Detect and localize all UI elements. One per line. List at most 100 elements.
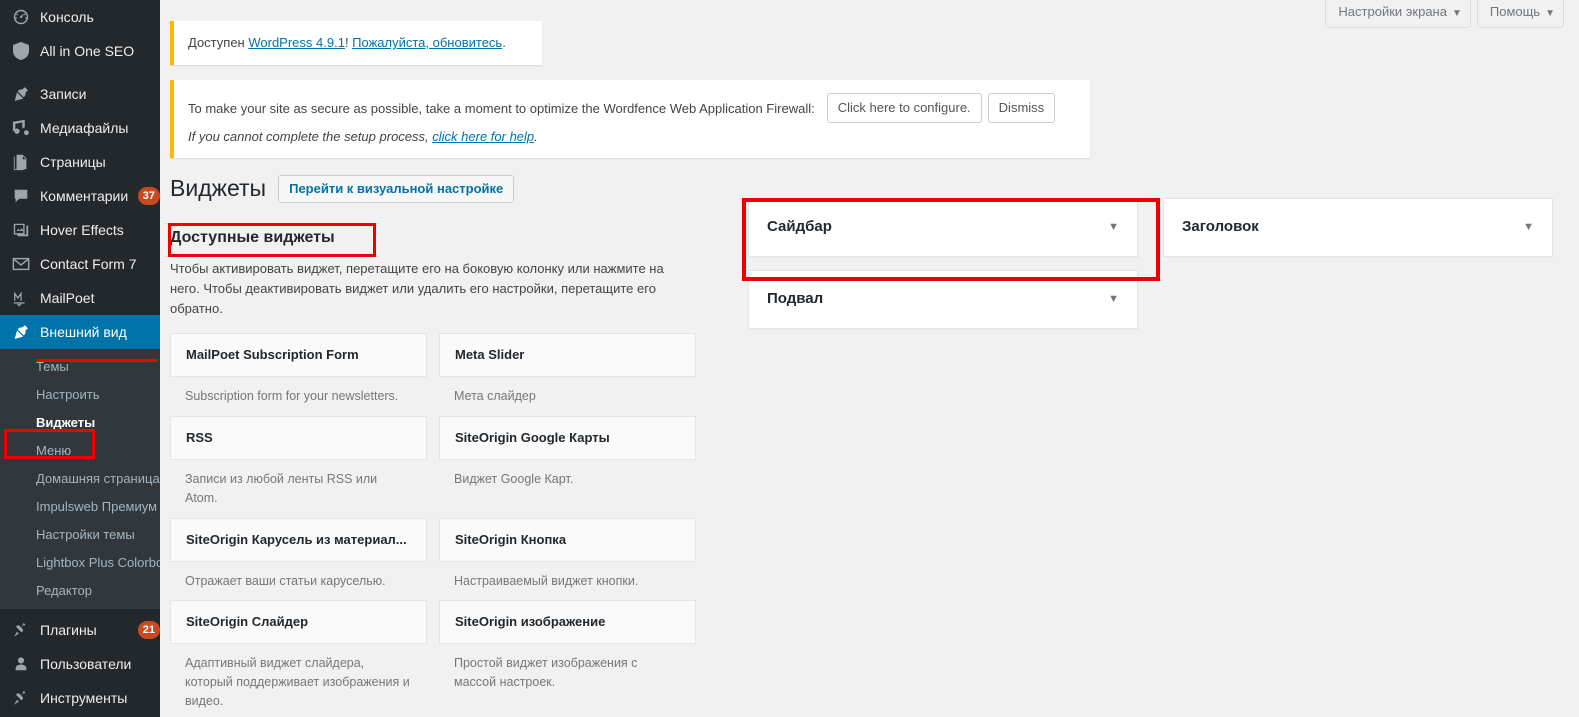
sidebar-item-appearance[interactable]: Внешний вид bbox=[0, 315, 160, 349]
sidebar-item-label: Страницы bbox=[40, 154, 106, 170]
wordfence-help-row: If you cannot complete the setup process… bbox=[188, 129, 1076, 144]
wordfence-notice: To make your site as secure as possible,… bbox=[170, 80, 1090, 158]
widget-card-header[interactable]: SiteOrigin Слайдер bbox=[170, 600, 427, 645]
chevron-down-icon[interactable]: ▼ bbox=[1108, 221, 1119, 233]
widget-title: SiteOrigin Кнопка bbox=[455, 531, 567, 547]
please-update-link[interactable]: Пожалуйста, обновитесь bbox=[352, 35, 502, 50]
update-text-after: . bbox=[502, 35, 506, 50]
gallery-icon bbox=[11, 220, 31, 240]
sidebar-item-label: Комментарии bbox=[40, 188, 129, 204]
sidebar-item-label: Hover Effects bbox=[40, 222, 124, 238]
sidebar-areas-column-one: Сайдбар ▼ Подвал ▼ bbox=[748, 198, 1138, 342]
widget-title: RSS bbox=[186, 430, 213, 446]
widget-card[interactable]: Meta Slider Мета слайдер bbox=[439, 333, 696, 416]
widget-title: SiteOrigin Карусель из материал... bbox=[186, 531, 407, 547]
media-icon bbox=[11, 118, 31, 138]
sidebar-areas-panel: Сайдбар ▼ Подвал ▼ Заголовок ▼ bbox=[748, 198, 1568, 342]
widget-card-header[interactable]: MailPoet Subscription Form bbox=[170, 333, 427, 378]
update-text-before: Доступен bbox=[188, 35, 249, 50]
submenu-item-homepage[interactable]: Домашняя страница bbox=[0, 465, 160, 493]
sidebar-item-label: Инструменты bbox=[40, 690, 128, 706]
widget-title: SiteOrigin Слайдер bbox=[186, 614, 309, 630]
sidebar-item-label: Медиафайлы bbox=[40, 120, 129, 136]
envelope-icon bbox=[11, 254, 31, 274]
chevron-down-icon[interactable]: ▼ bbox=[1523, 221, 1534, 233]
widget-description: Настраиваемый виджет кнопки. bbox=[454, 573, 639, 588]
sidebar-item-hover-effects[interactable]: Hover Effects bbox=[0, 213, 160, 247]
sidebar-item-label: Консоль bbox=[40, 9, 94, 25]
shield-icon bbox=[11, 41, 31, 61]
sidebar-area-footer[interactable]: Подвал ▼ bbox=[748, 270, 1138, 329]
sidebar-item-mailpoet[interactable]: MailPoet bbox=[0, 281, 160, 315]
sidebar-item-pages[interactable]: Страницы bbox=[0, 145, 160, 179]
sidebar-area-header[interactable]: Заголовок ▼ bbox=[1164, 199, 1552, 256]
widget-card-header[interactable]: Meta Slider bbox=[439, 333, 696, 378]
chevron-down-icon: ▼ bbox=[1545, 8, 1555, 19]
widget-card-header[interactable]: RSS bbox=[170, 416, 427, 461]
brush-icon bbox=[11, 322, 31, 342]
sidebar-item-posts[interactable]: Записи bbox=[0, 77, 160, 111]
sidebar-item-users[interactable]: Пользователи bbox=[0, 647, 160, 681]
sidebar-item-plugins[interactable]: Плагины 21 bbox=[0, 613, 160, 647]
sidebar-item-dashboard[interactable]: Консоль bbox=[0, 0, 160, 34]
sidebar-area-header[interactable]: Подвал ▼ bbox=[749, 271, 1137, 328]
sidebar-item-label: Записи bbox=[40, 86, 87, 102]
widget-description: Мета слайдер bbox=[454, 389, 536, 404]
widget-card-header[interactable]: SiteOrigin Google Карты bbox=[439, 416, 696, 461]
submenu-item-widgets[interactable]: Виджеты bbox=[0, 409, 160, 437]
dismiss-button[interactable]: Dismiss bbox=[987, 93, 1056, 123]
configure-button[interactable]: Click here to configure. bbox=[826, 93, 982, 123]
widget-card[interactable]: SiteOrigin Слайдер Адаптивный виджет сла… bbox=[170, 600, 427, 717]
widget-card[interactable]: RSS Записи из любой ленты RSS или Atom. bbox=[170, 416, 427, 518]
sidebar-item-tools[interactable]: Инструменты bbox=[0, 681, 160, 715]
available-widgets-description: Чтобы активировать виджет, перетащите ег… bbox=[170, 261, 664, 317]
sidebar-area-header-region[interactable]: Заголовок ▼ bbox=[1163, 198, 1553, 257]
widget-card[interactable]: MailPoet Subscription Form Subscription … bbox=[170, 333, 427, 416]
submenu-item-impulsweb-premium[interactable]: Impulsweb Премиум bbox=[0, 493, 160, 521]
widget-card-header[interactable]: SiteOrigin Кнопка bbox=[439, 517, 696, 562]
widget-card[interactable]: SiteOrigin Кнопка Настраиваемый виджет к… bbox=[439, 517, 696, 601]
sidebar-item-comments[interactable]: Комментарии 37 bbox=[0, 179, 160, 213]
wordfence-help-text-after: . bbox=[534, 129, 538, 144]
customize-widgets-button[interactable]: Перейти к визуальной настройке bbox=[278, 174, 515, 203]
screen-options-button[interactable]: Настройки экрана ▼ bbox=[1325, 0, 1471, 28]
submenu-item-customize[interactable]: Настроить bbox=[0, 381, 160, 409]
menu-separator bbox=[0, 68, 160, 77]
submenu-item-menus[interactable]: Меню bbox=[0, 437, 160, 465]
plugins-count-badge: 21 bbox=[137, 621, 160, 639]
widget-title: SiteOrigin Google Карты bbox=[455, 430, 610, 446]
wordfence-message: To make your site as secure as possible,… bbox=[188, 100, 815, 116]
widget-card[interactable]: SiteOrigin Карусель из материал... Отраж… bbox=[170, 517, 427, 601]
wordpress-version-link[interactable]: WordPress 4.9.1 bbox=[248, 35, 345, 50]
sidebar-area-sidebar[interactable]: Сайдбар ▼ bbox=[748, 198, 1138, 257]
mailpoet-m-icon bbox=[11, 288, 31, 308]
sidebar-item-all-in-one-seo[interactable]: All in One SEO bbox=[0, 34, 160, 68]
sidebar-area-header[interactable]: Сайдбар ▼ bbox=[749, 199, 1137, 256]
user-icon bbox=[11, 654, 31, 674]
wordfence-notice-row: To make your site as secure as possible,… bbox=[188, 93, 1076, 123]
widget-card-header[interactable]: SiteOrigin Карусель из материал... bbox=[170, 517, 427, 562]
tools-icon bbox=[11, 688, 31, 708]
help-button[interactable]: Помощь ▼ bbox=[1476, 0, 1564, 28]
submenu-item-editor[interactable]: Редактор bbox=[0, 577, 160, 605]
sidebar-item-media[interactable]: Медиафайлы bbox=[0, 111, 160, 145]
submenu-item-lightbox-plus-colorbox[interactable]: Lightbox Plus Colorbox bbox=[0, 549, 160, 577]
widget-card[interactable]: SiteOrigin Google Карты Виджет Google Ка… bbox=[439, 416, 696, 518]
submenu-item-themes[interactable]: Темы bbox=[0, 353, 160, 381]
comment-icon bbox=[11, 186, 31, 206]
sidebar-item-contact-form-7[interactable]: Contact Form 7 bbox=[0, 247, 160, 281]
chevron-down-icon[interactable]: ▼ bbox=[1108, 293, 1119, 305]
submenu-item-theme-settings[interactable]: Настройки темы bbox=[0, 521, 160, 549]
wordfence-help-link[interactable]: click here for help bbox=[432, 129, 534, 144]
screen-options-label: Настройки экрана bbox=[1338, 4, 1447, 19]
chevron-down-icon: ▼ bbox=[1451, 8, 1462, 19]
widget-card-header[interactable]: SiteOrigin изображение bbox=[439, 600, 696, 645]
dashboard-icon bbox=[11, 7, 31, 27]
admin-sidebar: Консоль All in One SEO Записи Медиафайлы… bbox=[0, 0, 160, 717]
update-notice-text: Доступен WordPress 4.9.1! Пожалуйста, об… bbox=[188, 33, 528, 53]
available-widgets-heading: Доступные виджеты bbox=[170, 229, 335, 246]
sidebar-area-title: Подвал bbox=[767, 290, 824, 307]
widget-description: Виджет Google Карт. bbox=[454, 472, 574, 487]
wordpress-update-notice: Доступен WordPress 4.9.1! Пожалуйста, об… bbox=[170, 21, 542, 65]
widget-card[interactable]: SiteOrigin изображение Простой виджет из… bbox=[439, 600, 696, 717]
